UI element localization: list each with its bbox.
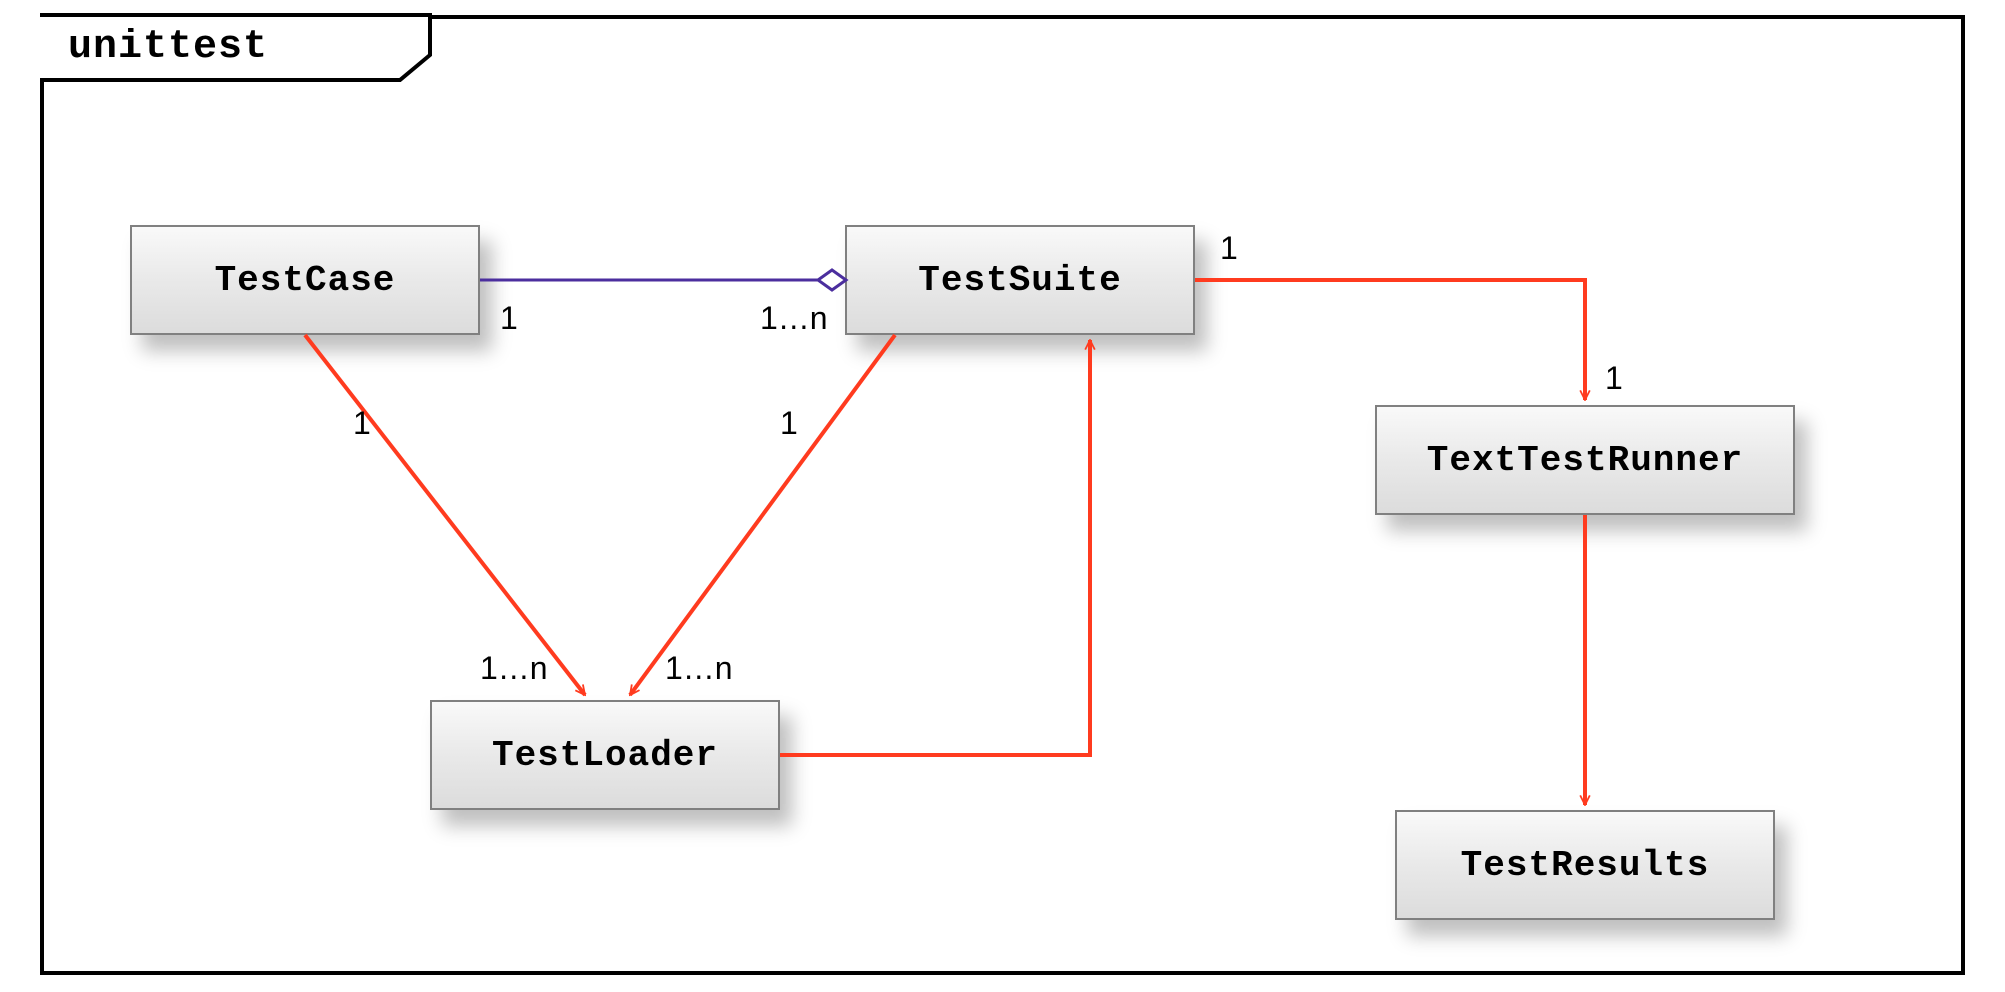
mult-texttestrunner-in: 1 xyxy=(1605,360,1623,397)
class-testresults-label: TestResults xyxy=(1461,845,1710,886)
mult-testcase-to-loader-src: 1 xyxy=(353,405,371,442)
class-testcase: TestCase xyxy=(130,225,480,335)
mult-testsuite-side-from-testcase: 1…n xyxy=(760,300,828,337)
class-testcase-label: TestCase xyxy=(215,260,396,301)
mult-testcase-to-loader-dst: 1…n xyxy=(480,650,548,687)
class-testresults: TestResults xyxy=(1395,810,1775,920)
package-name-text: unittest xyxy=(68,25,268,70)
mult-testsuite-out-right: 1 xyxy=(1220,230,1238,267)
class-testloader: TestLoader xyxy=(430,700,780,810)
package-name: unittest xyxy=(40,15,400,80)
class-testsuite: TestSuite xyxy=(845,225,1195,335)
class-testloader-label: TestLoader xyxy=(492,735,718,776)
mult-testsuite-to-loader-src: 1 xyxy=(780,405,798,442)
diagram-canvas: unittest TestCase TestSuite TextTestRunn… xyxy=(0,0,2005,992)
mult-testsuite-to-loader-dst: 1…n xyxy=(665,650,733,687)
class-testsuite-label: TestSuite xyxy=(918,260,1121,301)
mult-testcase-side: 1 xyxy=(500,300,518,337)
class-texttestrunner-label: TextTestRunner xyxy=(1427,440,1743,481)
class-texttestrunner: TextTestRunner xyxy=(1375,405,1795,515)
